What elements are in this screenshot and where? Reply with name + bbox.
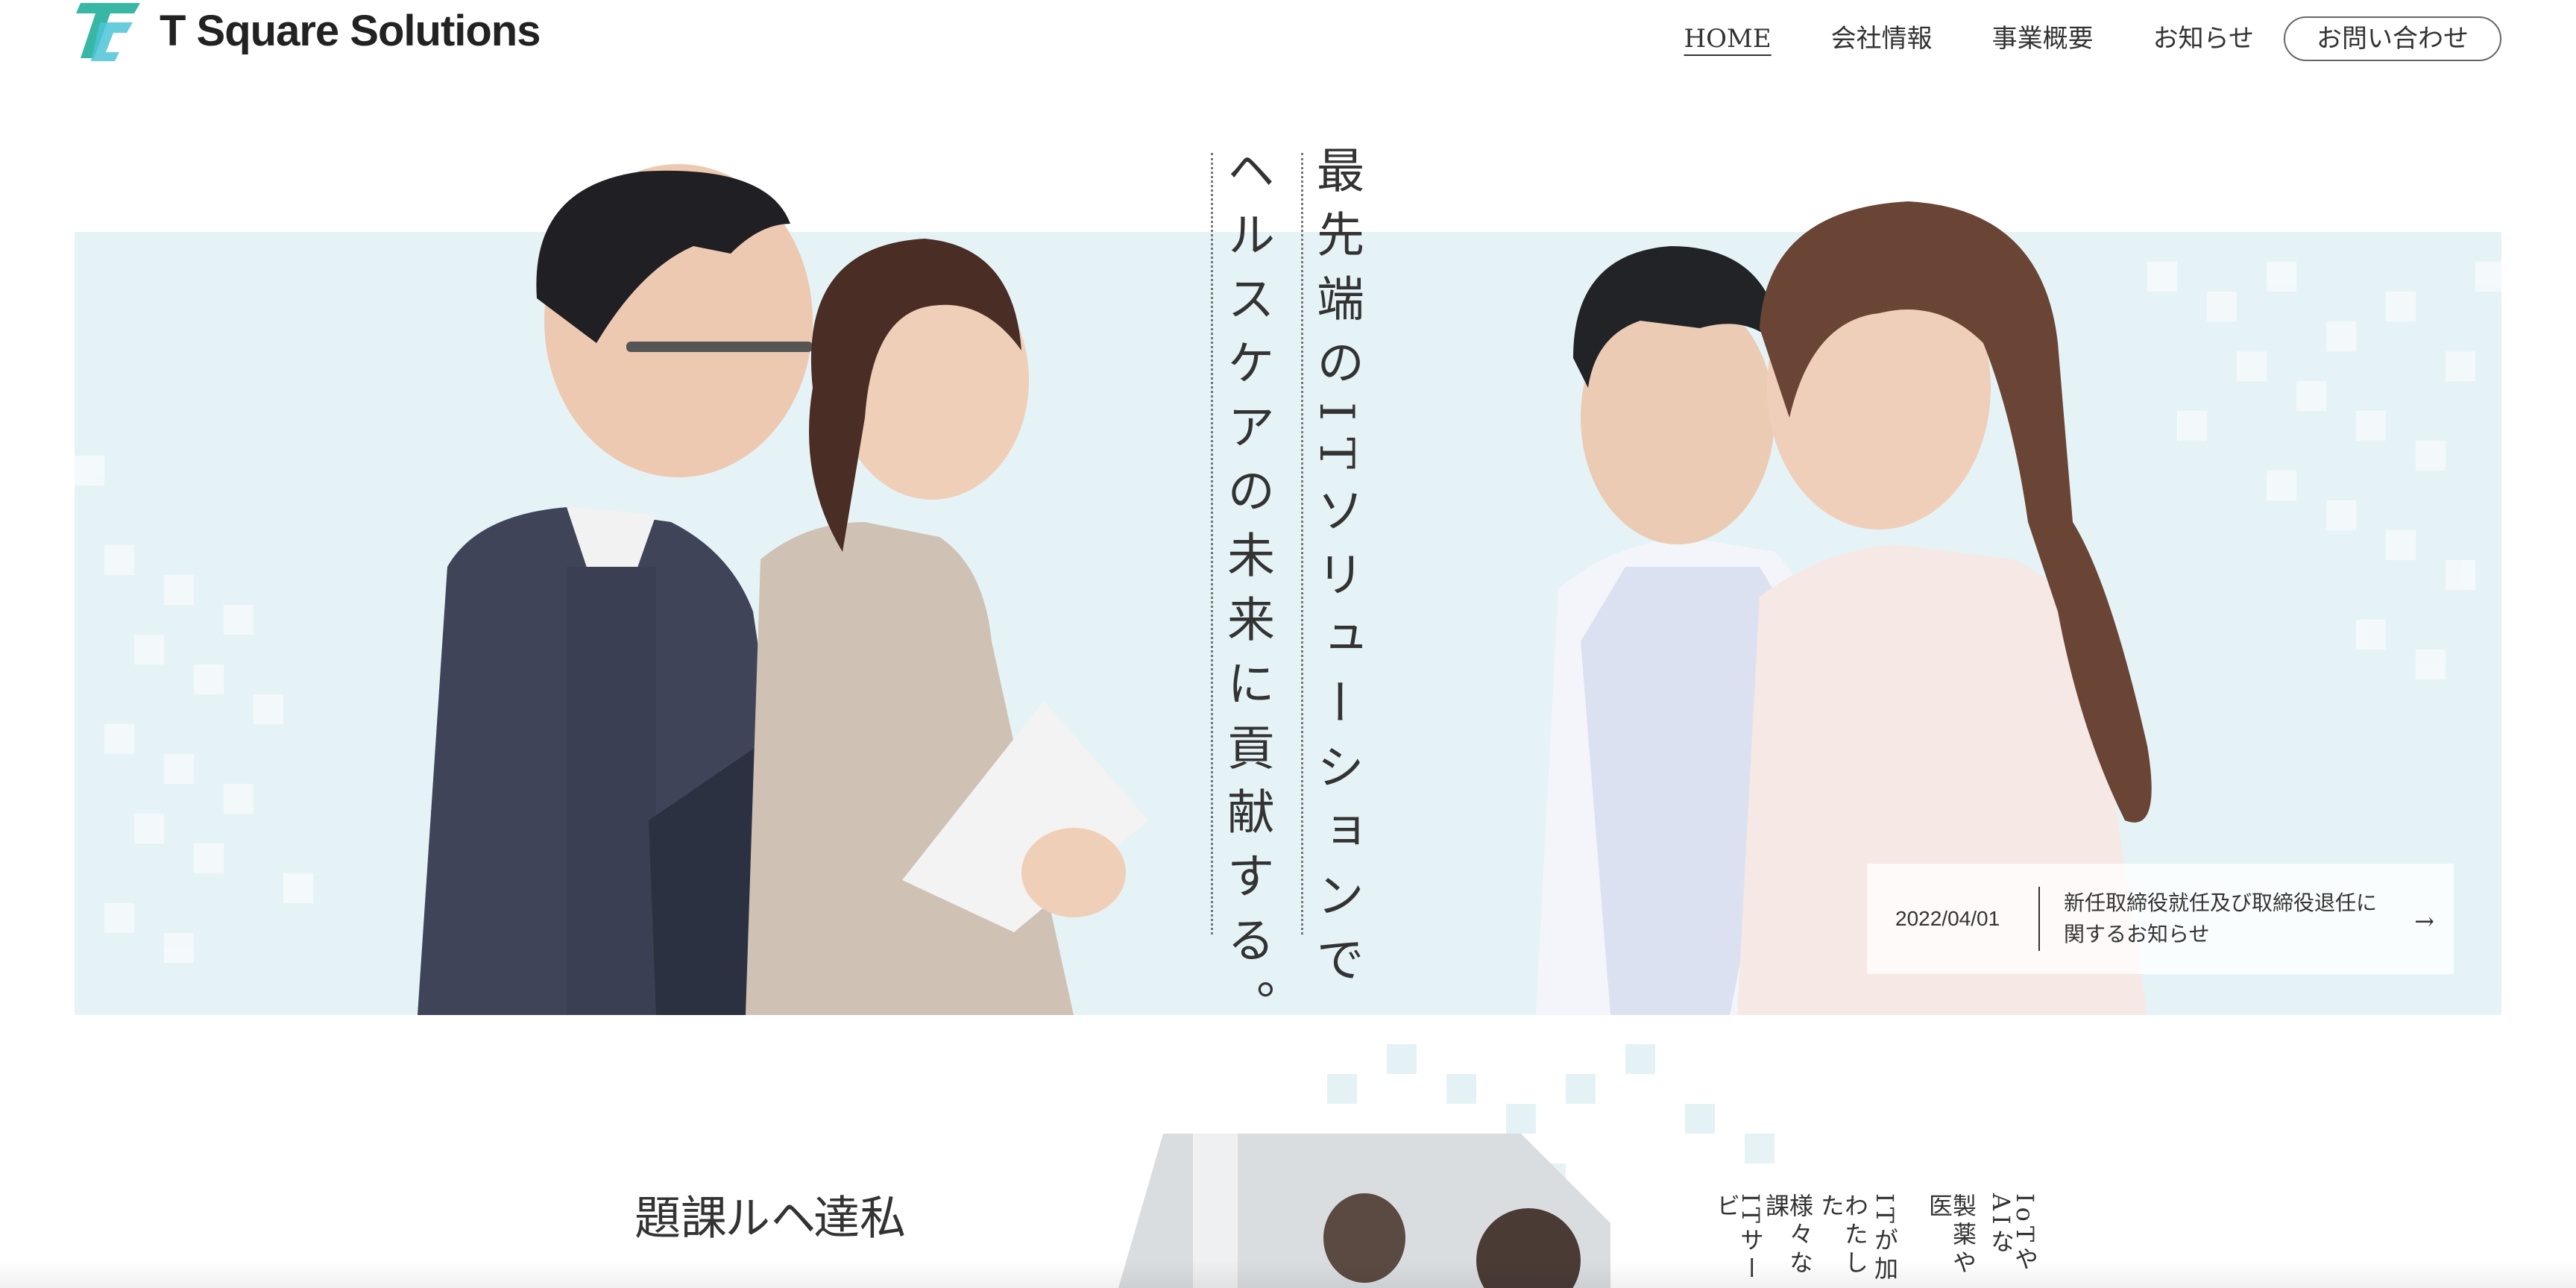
news-date: 2022/04/01: [1895, 907, 2000, 930]
catch-divider-right: [1301, 153, 1303, 934]
news-title: 新任取締役就任及び取締役退任に関するお知らせ: [2064, 890, 2378, 946]
news-separator: [2038, 887, 2040, 951]
arrow-right-icon: →: [2414, 907, 2434, 935]
news-card[interactable]: 2022/04/01 新任取締役就任及び取締役退任に関するお知らせ →: [1867, 864, 2454, 974]
bottom-fade: [0, 1260, 2576, 1288]
hero-catch-line-2: ヘルスケアの未来に貢献する。: [1219, 145, 1274, 1043]
hero-catch-line-1: 最先端のITソリューションで: [1309, 145, 1364, 999]
catch-divider-left: [1211, 153, 1213, 934]
